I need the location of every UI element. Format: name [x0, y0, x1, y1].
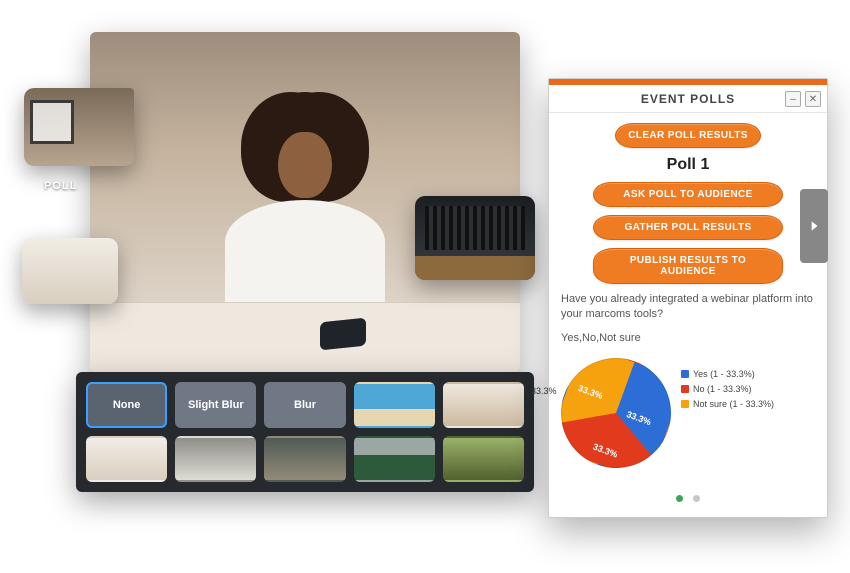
- pie-label-notsure: 33.3%: [577, 383, 604, 401]
- pie-label-no: 33.3%: [592, 441, 619, 459]
- bg-option-forest[interactable]: [354, 436, 435, 482]
- bg-option-beach[interactable]: [354, 382, 435, 428]
- publish-results-button[interactable]: PUBLISH RESULTS TO AUDIENCE: [593, 248, 783, 284]
- desk: [90, 302, 520, 372]
- poll-answer-options: Yes,No,Not sure: [561, 332, 815, 344]
- bg-option-none[interactable]: None: [86, 382, 167, 428]
- poll-title: Poll 1: [561, 156, 815, 174]
- bg-option-hill[interactable]: [443, 436, 524, 482]
- bg-option-studio[interactable]: [175, 436, 256, 482]
- legend-no: No (1 - 33.3%): [693, 383, 752, 396]
- event-polls-panel: EVENT POLLS – ✕ CLEAR POLL RESULTS Poll …: [548, 78, 828, 518]
- legend-swatch-yes: [681, 370, 689, 378]
- background-thumb-dark-studio[interactable]: [415, 196, 535, 280]
- bg-option-slight-blur[interactable]: Slight Blur: [175, 382, 256, 428]
- poll-results-chart: 33.3% 33.3% 33.3% 33.3% Yes (1 - 33.3%) …: [561, 358, 815, 468]
- background-thumb-room[interactable]: [22, 238, 118, 304]
- panel-header: EVENT POLLS – ✕: [549, 85, 827, 113]
- bg-option-blur[interactable]: Blur: [264, 382, 345, 428]
- chart-legend: Yes (1 - 33.3%) No (1 - 33.3%) Not sure …: [681, 368, 774, 413]
- phone-on-desk: [320, 318, 366, 351]
- pie-label-yes: 33.3%: [625, 409, 652, 427]
- background-thumb-loft[interactable]: [24, 88, 134, 166]
- pie-outer-label-notsure: 33.3%: [531, 386, 557, 396]
- bg-option-room1[interactable]: [443, 382, 524, 428]
- page-dot-2[interactable]: [693, 495, 700, 502]
- poll-overlay-label: POLL: [44, 180, 77, 192]
- legend-yes: Yes (1 - 33.3%): [693, 368, 755, 381]
- gather-results-button[interactable]: GATHER POLL RESULTS: [593, 215, 783, 240]
- clear-poll-results-button[interactable]: CLEAR POLL RESULTS: [615, 123, 761, 148]
- legend-swatch-no: [681, 385, 689, 393]
- panel-title: EVENT POLLS: [641, 92, 735, 106]
- poll-question: Have you already integrated a webinar pl…: [561, 292, 815, 322]
- minimize-button[interactable]: –: [785, 91, 801, 107]
- next-poll-arrow[interactable]: [800, 189, 828, 263]
- pie-chart: 33.3% 33.3% 33.3%: [546, 342, 687, 483]
- ask-poll-button[interactable]: ASK POLL TO AUDIENCE: [593, 182, 783, 207]
- bg-option-interior[interactable]: [264, 436, 345, 482]
- poll-pagination: [549, 489, 827, 507]
- close-button[interactable]: ✕: [805, 91, 821, 107]
- page-dot-1[interactable]: [676, 495, 683, 502]
- chevron-right-icon: [807, 215, 821, 237]
- legend-swatch-notsure: [681, 400, 689, 408]
- legend-notsure: Not sure (1 - 33.3%): [693, 398, 774, 411]
- background-selector: None Slight Blur Blur: [76, 372, 534, 492]
- bg-option-room2[interactable]: [86, 436, 167, 482]
